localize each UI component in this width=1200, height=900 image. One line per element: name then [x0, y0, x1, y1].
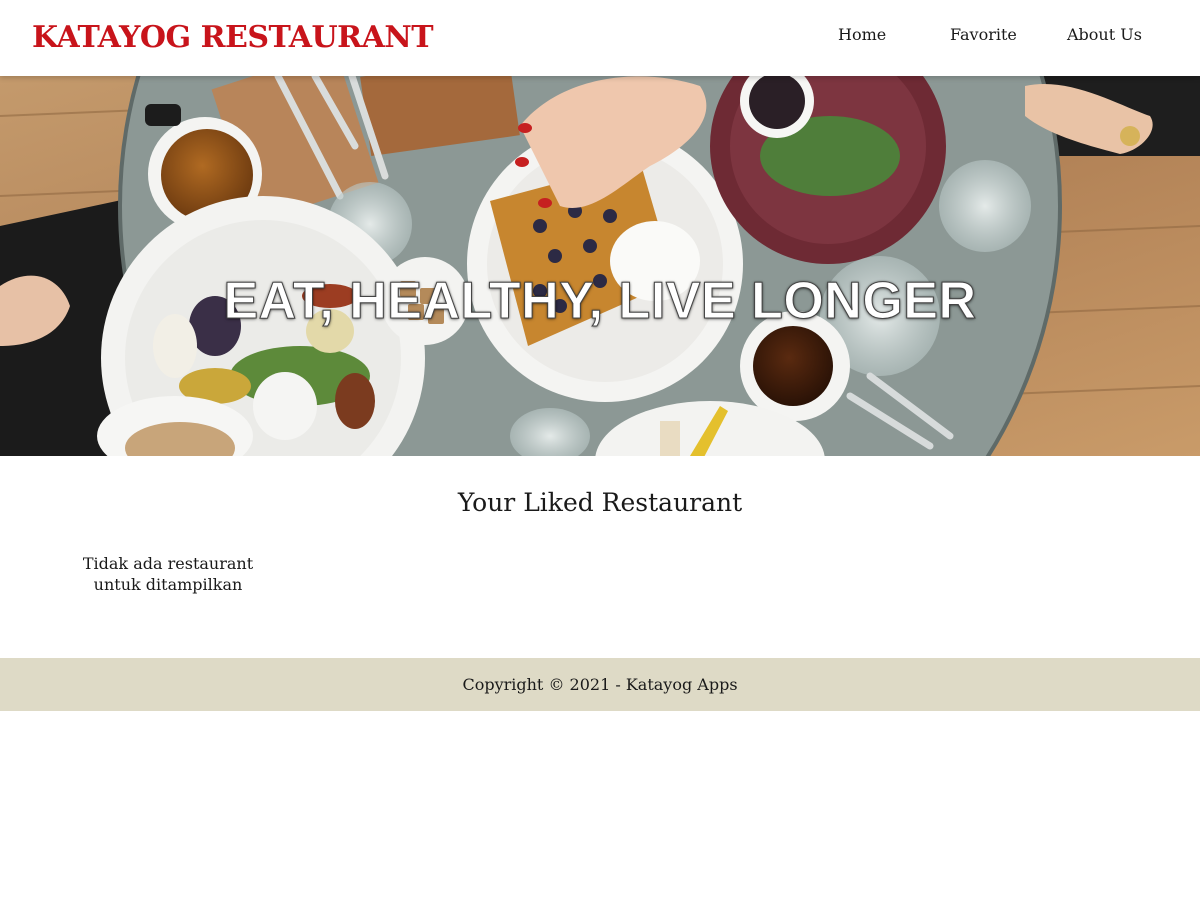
nav-item-favorite: Favorite — [950, 25, 1017, 44]
hero-title: EAT, HEALTHY, LIVE LONGER — [223, 271, 977, 330]
nav-link-about-us[interactable]: About Us — [1067, 25, 1142, 44]
hero-banner: EAT, HEALTHY, LIVE LONGER — [0, 76, 1200, 456]
page-title: Your Liked Restaurant — [457, 488, 743, 517]
footer: Copyright © 2021 - Katayog Apps — [0, 658, 1200, 711]
nav-link-home[interactable]: Home — [838, 25, 886, 44]
hero-food-image — [0, 76, 1200, 456]
nav-item-home: Home — [838, 25, 886, 44]
nav-link-favorite[interactable]: Favorite — [950, 25, 1017, 44]
footer-copyright: Copyright © 2021 - Katayog Apps — [462, 675, 738, 694]
empty-state-message: Tidak ada restaurant untuk ditampilkan — [82, 554, 254, 594]
nav-item-about-us: About Us — [1067, 25, 1142, 44]
app-bar: KATAYOG RESTAURANT Home Favorite About U… — [0, 0, 1200, 76]
nav-list: Home Favorite About Us — [800, 0, 1180, 76]
brand-logo[interactable]: KATAYOG RESTAURANT — [32, 20, 434, 55]
